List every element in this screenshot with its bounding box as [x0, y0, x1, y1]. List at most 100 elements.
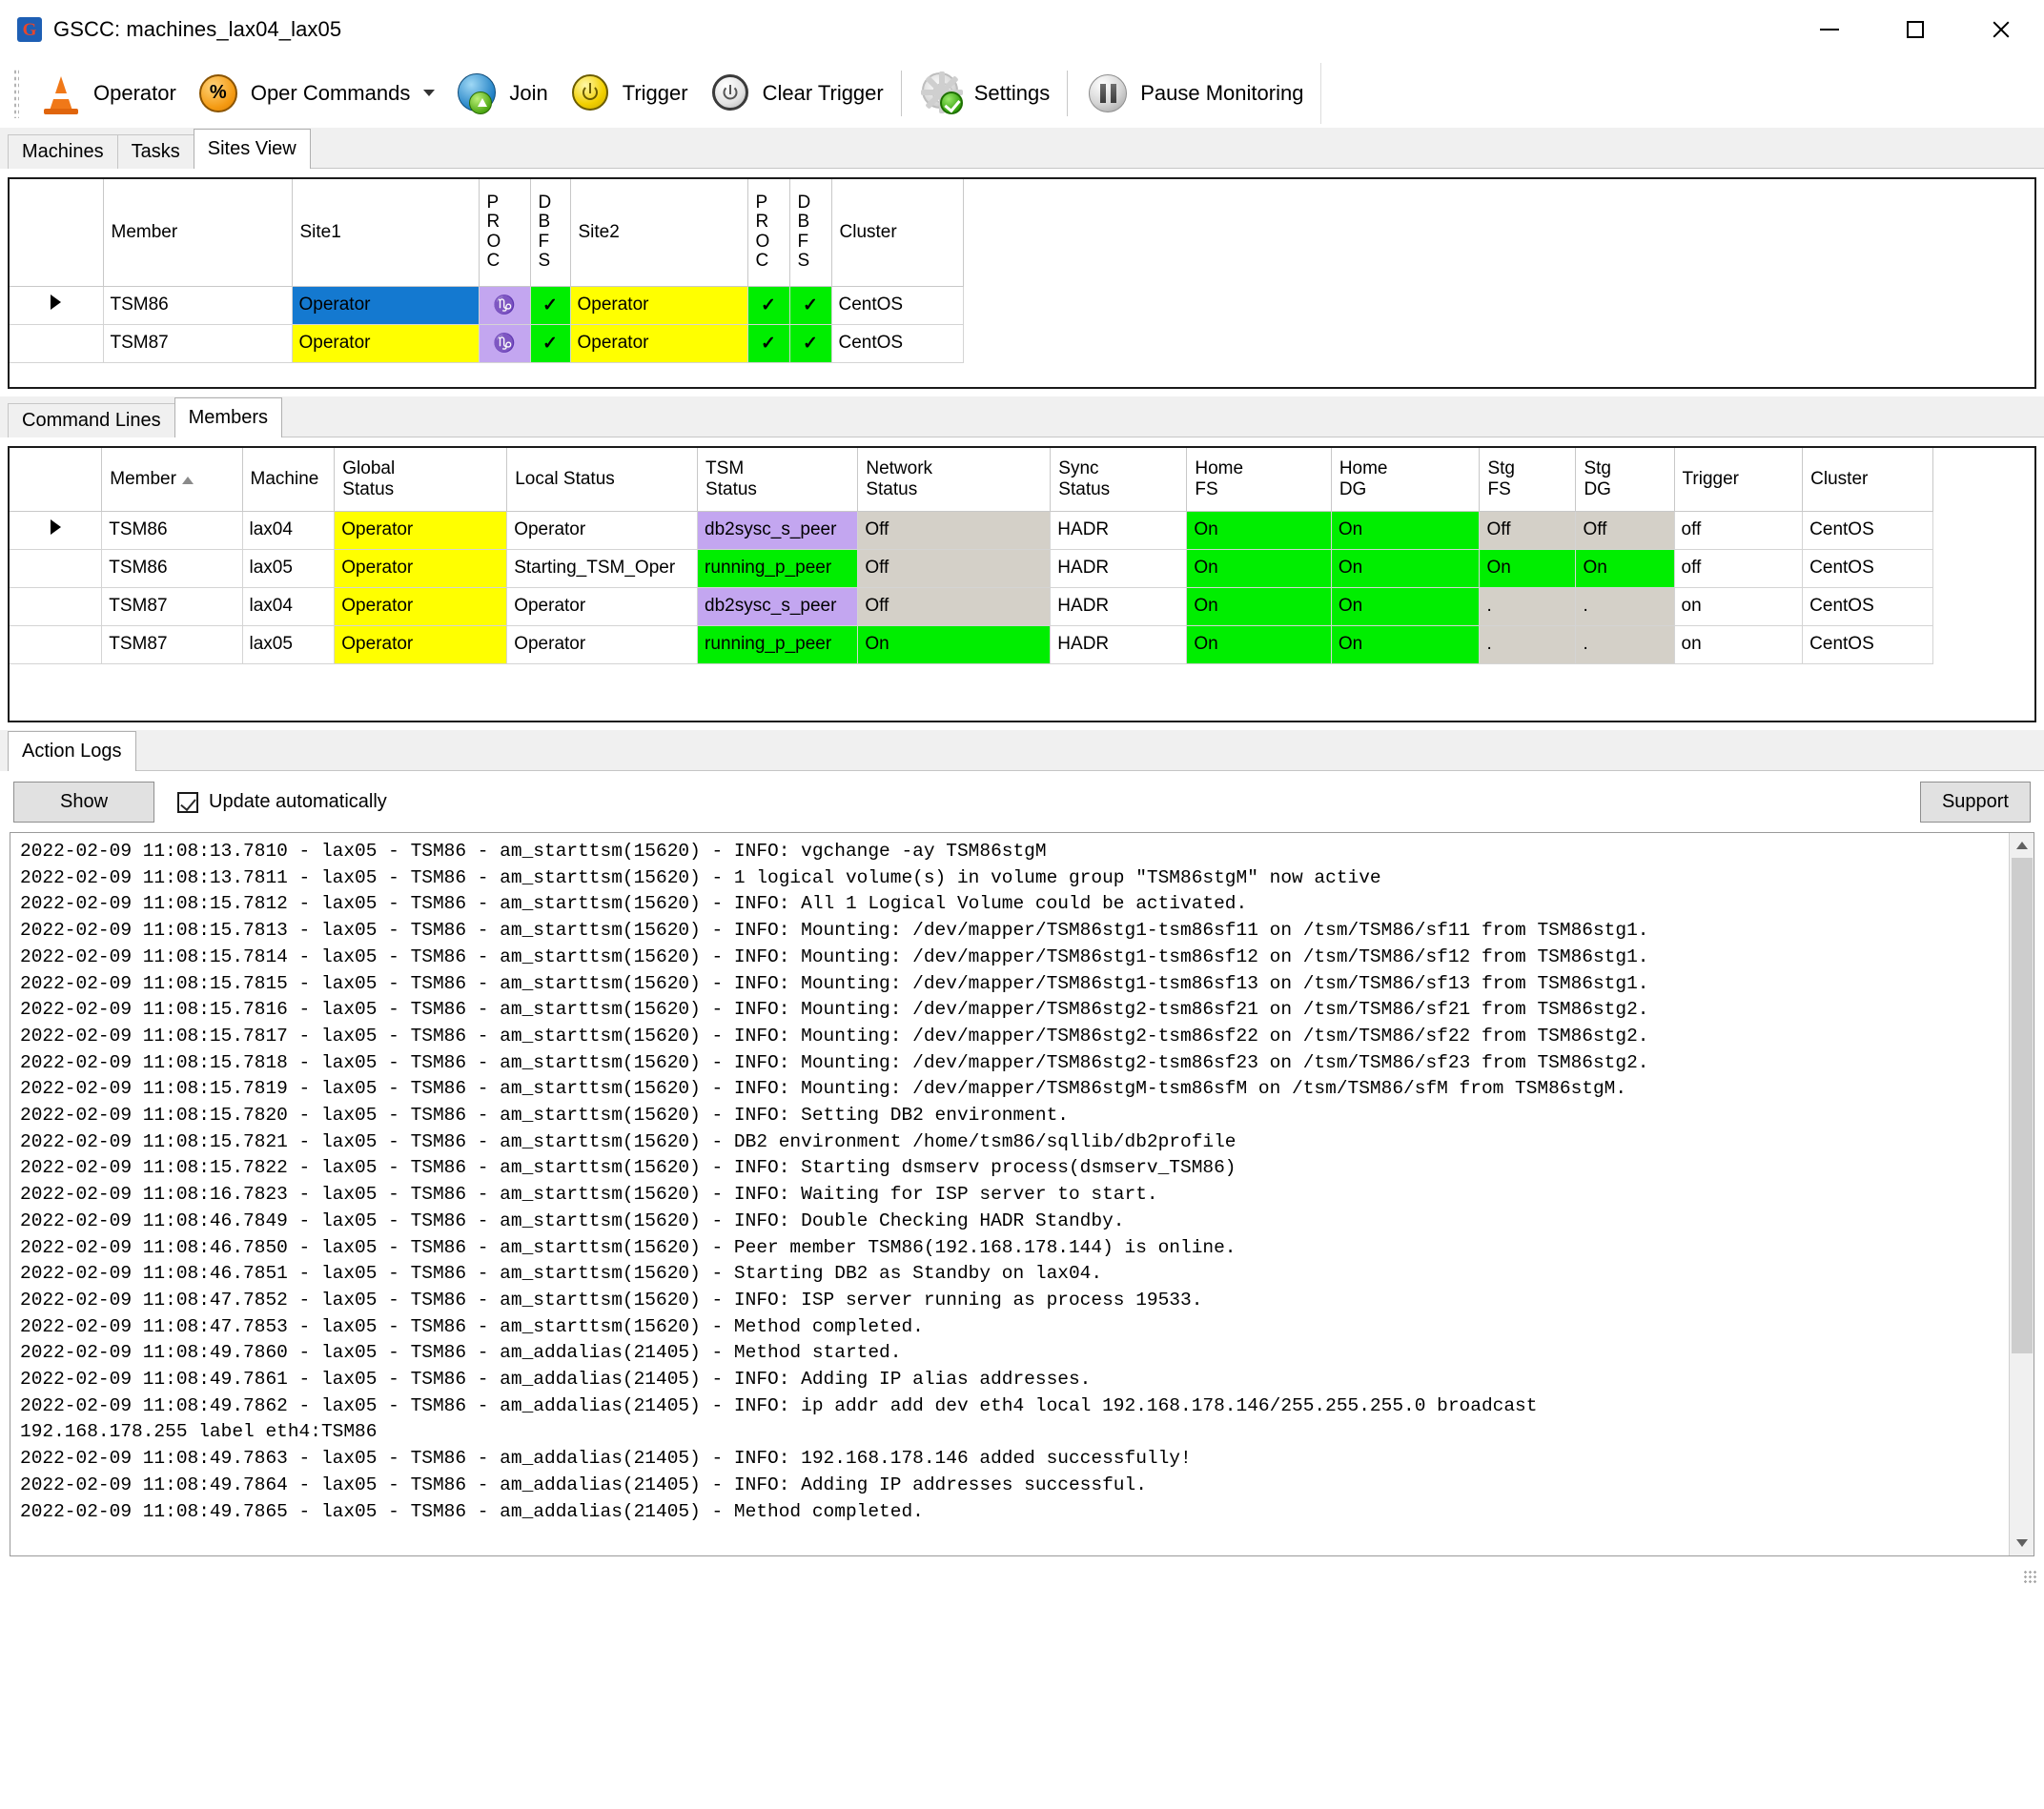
- action-logs-text[interactable]: 2022-02-09 11:08:13.7810 - lax05 - TSM86…: [10, 833, 2009, 1555]
- tab-action-logs[interactable]: Action Logs: [8, 731, 136, 771]
- members-cell-trigger: off: [1674, 511, 1804, 550]
- update-automatically-checkbox[interactable]: [177, 791, 198, 813]
- members-col-rowheader: [10, 448, 103, 512]
- pause-icon: [1085, 71, 1131, 116]
- members-col-cluster[interactable]: Cluster: [1802, 448, 1933, 512]
- show-button[interactable]: Show: [13, 782, 154, 823]
- logs-scroll-track[interactable]: [2009, 858, 2034, 1531]
- toolbar-separator-2: [1067, 70, 1069, 116]
- resize-grip-icon[interactable]: [2023, 1570, 2038, 1585]
- members-cell-local-status: Operator: [506, 625, 699, 664]
- table-row[interactable]: TSM87 Operator ♑ ✓ Operator ✓ ✓ CentOS: [10, 324, 964, 363]
- table-row[interactable]: TSM86 Operator ♑ ✓ Operator ✓ ✓ CentOS: [10, 286, 964, 325]
- members-cell-cluster: CentOS: [1802, 587, 1933, 626]
- members-cell-stg-dg: .: [1575, 625, 1675, 664]
- toolbar-button-trigger[interactable]: Trigger: [558, 63, 698, 124]
- sites-col-site2[interactable]: Site2: [570, 179, 748, 287]
- sites-cell-dbfs2: ✓: [789, 324, 832, 363]
- members-cell-machine: lax05: [242, 549, 336, 588]
- sites-cell-cluster: CentOS: [831, 324, 964, 363]
- toolbar-button-oper-commands[interactable]: % Oper Commands: [186, 63, 445, 124]
- members-row-selector[interactable]: [10, 587, 103, 626]
- members-cell-stg-dg: Off: [1575, 511, 1675, 550]
- sites-col-member[interactable]: Member: [103, 179, 293, 287]
- members-col-tsm-status[interactable]: TSM Status: [697, 448, 859, 512]
- members-col-member[interactable]: Member: [101, 448, 243, 512]
- members-cell-machine: lax04: [242, 511, 336, 550]
- members-col-trigger[interactable]: Trigger: [1674, 448, 1804, 512]
- table-row[interactable]: TSM87 lax04 Operator Operator db2sysc_s_…: [10, 587, 1933, 626]
- members-col-stg-dg[interactable]: Stg DG: [1575, 448, 1675, 512]
- traffic-cone-icon: [38, 71, 84, 116]
- sites-col-cluster[interactable]: Cluster: [831, 179, 964, 287]
- toolbar-button-pause-monitoring[interactable]: Pause Monitoring: [1075, 63, 1313, 124]
- members-grid: Member Machine Global Status Local Status…: [8, 446, 2036, 722]
- members-cell-stg-fs: Off: [1479, 511, 1577, 550]
- table-row[interactable]: TSM86 lax05 Operator Starting_TSM_Oper r…: [10, 549, 1933, 588]
- table-row[interactable]: TSM86 lax04 Operator Operator db2sysc_s_…: [10, 511, 1933, 550]
- members-cell-network-status: Off: [857, 587, 1052, 626]
- members-cell-stg-dg: .: [1575, 587, 1675, 626]
- close-button[interactable]: [1958, 0, 2044, 59]
- sites-col-proc1[interactable]: PROC: [479, 179, 531, 287]
- scroll-up-icon[interactable]: [2009, 833, 2034, 858]
- support-button[interactable]: Support: [1919, 782, 2031, 823]
- sites-col-proc2[interactable]: PROC: [747, 179, 790, 287]
- percent-circle-icon: %: [195, 71, 241, 116]
- tab-command-lines[interactable]: Command Lines: [8, 403, 175, 437]
- sites-cell-dbfs1: ✓: [530, 286, 571, 325]
- members-col-global-status[interactable]: Global Status: [334, 448, 508, 512]
- members-col-member-label: Member: [110, 468, 176, 489]
- members-col-home-dg[interactable]: Home DG: [1331, 448, 1481, 512]
- toolbar-label-pause-monitoring: Pause Monitoring: [1140, 80, 1304, 105]
- minimize-button[interactable]: [1787, 0, 1872, 59]
- sites-cell-site2: Operator: [570, 324, 748, 363]
- toolbar-button-join[interactable]: Join: [444, 63, 557, 124]
- members-col-machine[interactable]: Machine: [242, 448, 336, 512]
- toolbar-label-settings: Settings: [973, 80, 1051, 105]
- sites-col-rowheader: [10, 179, 104, 287]
- members-col-sync-status[interactable]: Sync Status: [1050, 448, 1188, 512]
- members-col-local-status[interactable]: Local Status: [506, 448, 699, 512]
- members-row-selector[interactable]: [10, 549, 103, 588]
- members-row-selector[interactable]: [10, 511, 103, 550]
- globe-join-icon: [454, 71, 500, 116]
- members-cell-trigger: on: [1674, 587, 1804, 626]
- sites-cell-cluster: CentOS: [831, 286, 964, 325]
- sites-col-dbfs1[interactable]: DBFS: [530, 179, 571, 287]
- scroll-down-icon[interactable]: [2009, 1531, 2034, 1555]
- members-cell-stg-fs: On: [1479, 549, 1577, 588]
- sites-col-dbfs2[interactable]: DBFS: [789, 179, 832, 287]
- sort-ascending-icon: [181, 476, 194, 484]
- sites-row-selector[interactable]: [10, 324, 104, 363]
- members-col-stg-fs[interactable]: Stg FS: [1479, 448, 1577, 512]
- toolbar-button-operator[interactable]: Operator: [29, 63, 186, 124]
- tab-members[interactable]: Members: [174, 397, 282, 437]
- tab-tasks[interactable]: Tasks: [116, 134, 194, 169]
- window-controls: [1787, 0, 2044, 59]
- sites-col-site1[interactable]: Site1: [292, 179, 480, 287]
- chevron-down-icon[interactable]: [423, 90, 436, 96]
- logs-vertical-scrollbar[interactable]: [2009, 833, 2034, 1555]
- members-cell-sync-status: HADR: [1050, 587, 1188, 626]
- members-cell-member: TSM87: [101, 587, 243, 626]
- table-row[interactable]: TSM87 lax05 Operator Operator running_p_…: [10, 625, 1933, 664]
- toolbar-button-clear-trigger[interactable]: Clear Trigger: [698, 63, 893, 124]
- maximize-icon: [1907, 21, 1924, 38]
- sites-row-selector[interactable]: [10, 286, 104, 325]
- power-gray-icon: [707, 71, 753, 116]
- tab-sites-view[interactable]: Sites View: [193, 129, 311, 169]
- action-logs-panel: 2022-02-09 11:08:13.7810 - lax05 - TSM86…: [10, 832, 2034, 1556]
- members-row-selector[interactable]: [10, 625, 103, 664]
- tab-machines[interactable]: Machines: [8, 134, 118, 169]
- logs-scroll-thumb[interactable]: [2011, 858, 2033, 1353]
- members-cell-cluster: CentOS: [1802, 625, 1933, 664]
- members-col-home-fs[interactable]: Home FS: [1186, 448, 1332, 512]
- window-title: GSCC: machines_lax04_lax05: [53, 17, 342, 41]
- members-col-network-status[interactable]: Network Status: [857, 448, 1052, 512]
- toolbar-button-settings[interactable]: Settings: [910, 63, 1060, 124]
- toolbar-grip[interactable]: [13, 68, 19, 118]
- members-cell-home-fs: On: [1186, 511, 1332, 550]
- update-automatically-checkbox-row[interactable]: Update automatically: [177, 791, 387, 813]
- maximize-button[interactable]: [1872, 0, 1958, 59]
